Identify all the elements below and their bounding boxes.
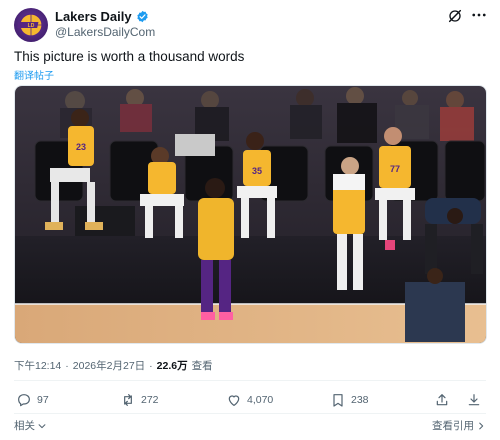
jersey-number-23: 23 xyxy=(76,142,86,152)
more-options-icon[interactable] xyxy=(470,6,488,24)
grok-icon[interactable] xyxy=(447,8,463,24)
jersey-number-35: 35 xyxy=(252,166,262,176)
author-name-row[interactable]: Lakers Daily xyxy=(55,9,149,24)
repost-count: 272 xyxy=(141,394,159,406)
reply-count: 97 xyxy=(37,394,49,406)
bookmark-button[interactable]: 238 xyxy=(330,392,369,408)
view-quotes-label: 查看引用 xyxy=(432,420,474,432)
views-label: 查看 xyxy=(191,360,213,372)
download-button[interactable] xyxy=(466,392,482,408)
view-quotes-button[interactable]: 查看引用 xyxy=(432,418,486,433)
reply-icon xyxy=(18,394,30,407)
post-text: This picture is worth a thousand words xyxy=(14,49,245,64)
like-count: 4,070 xyxy=(247,394,274,406)
bookmark-icon xyxy=(333,394,343,407)
divider-bottom xyxy=(14,413,486,414)
author-display-name[interactable]: Lakers Daily xyxy=(55,9,132,24)
verified-badge-icon xyxy=(136,10,148,23)
heart-icon xyxy=(228,395,240,406)
download-icon xyxy=(468,394,480,406)
share-icon xyxy=(436,394,448,406)
post-time[interactable]: 下午12:14 xyxy=(14,358,61,373)
bench-photo: 23 35 77 xyxy=(15,86,486,343)
svg-text:LD: LD xyxy=(28,23,35,29)
author-avatar[interactable]: LD xyxy=(14,8,48,42)
share-button[interactable] xyxy=(434,392,450,408)
chevron-down-icon xyxy=(38,423,46,428)
repost-icon xyxy=(124,394,132,406)
meta-separator-2: · xyxy=(149,360,153,372)
meta-separator: · xyxy=(65,360,69,372)
action-bar: 97 272 4,070 238 xyxy=(0,392,500,412)
related-button[interactable]: 相关 xyxy=(14,418,47,433)
author-handle[interactable]: @LakersDailyCom xyxy=(55,25,155,39)
translate-post-link[interactable]: 翻译帖子 xyxy=(14,67,54,82)
post-photo[interactable]: 23 35 77 xyxy=(14,85,487,344)
like-button[interactable]: 4,070 xyxy=(226,392,273,408)
post: LD Lakers Daily @LakersDailyCom This pic… xyxy=(0,0,500,440)
post-meta: 下午12:14 · 2026年2月27日 · 22.6万 查看 xyxy=(14,358,213,373)
repost-button[interactable]: 272 xyxy=(120,392,159,408)
bookmark-count: 238 xyxy=(351,394,369,406)
reply-button[interactable]: 97 xyxy=(16,392,49,408)
jersey-number-77: 77 xyxy=(390,164,400,174)
chevron-right-icon xyxy=(479,422,484,429)
post-date[interactable]: 2026年2月27日 xyxy=(73,358,145,373)
views-count: 22.6万 xyxy=(156,360,188,372)
related-label: 相关 xyxy=(14,420,35,432)
lakers-logo-icon: LD xyxy=(17,13,43,37)
divider-top xyxy=(14,380,486,381)
